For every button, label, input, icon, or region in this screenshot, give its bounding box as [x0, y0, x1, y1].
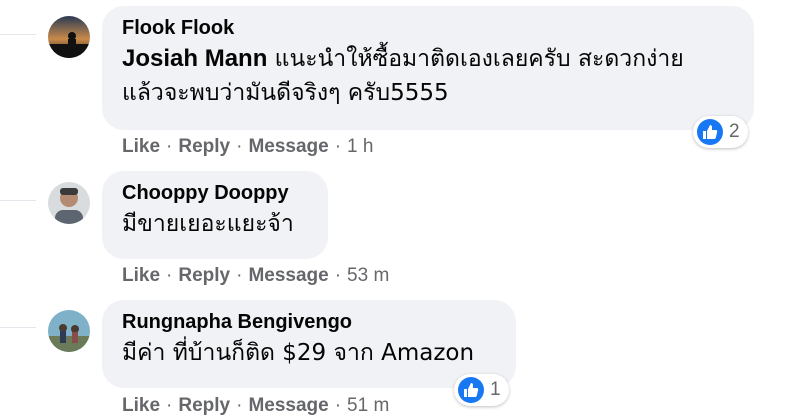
separator: ·: [236, 395, 243, 416]
avatar[interactable]: [48, 16, 90, 58]
reply-button[interactable]: Reply: [178, 395, 230, 416]
comment-actions: Like · Reply · Message · 1 h: [122, 136, 373, 158]
message-button[interactable]: Message: [248, 136, 328, 157]
comment-text-line: แล้วจะพบว่ามันดีจริงๆ ครับ5555: [122, 80, 449, 106]
reaction-count: 2: [729, 121, 740, 142]
comment-timestamp[interactable]: 1 h: [347, 136, 373, 157]
thread-line: [0, 200, 36, 201]
comment-bubble: Rungnapha Bengivengo มีค่า ที่บ้านก็ติด …: [102, 300, 516, 388]
like-button[interactable]: Like: [122, 265, 160, 286]
avatar[interactable]: [48, 182, 90, 224]
comment-text: มีค่า ที่บ้านก็ติด $29 จาก Amazon: [122, 336, 496, 370]
comment-author[interactable]: Rungnapha Bengivengo: [122, 310, 496, 334]
reply-button[interactable]: Reply: [178, 265, 230, 286]
like-button[interactable]: Like: [122, 136, 160, 157]
comment-author[interactable]: Flook Flook: [122, 16, 734, 40]
comment-actions: Like · Reply · Message · 51 m: [122, 395, 389, 417]
comment-text: มีขายเยอะแยะจ้า: [122, 207, 308, 241]
separator: ·: [166, 265, 173, 286]
reaction-count: 1: [490, 379, 501, 400]
mention-link[interactable]: Josiah Mann: [122, 45, 267, 72]
separator: ·: [236, 136, 243, 157]
comment-actions: Like · Reply · Message · 53 m: [122, 265, 389, 287]
separator: ·: [334, 265, 342, 286]
comment-author[interactable]: Chooppy Dooppy: [122, 181, 308, 205]
reply-button[interactable]: Reply: [178, 136, 230, 157]
comment-bubble: Chooppy Dooppy มีขายเยอะแยะจ้า: [102, 171, 328, 259]
like-reaction-icon: [458, 377, 484, 403]
comment-text: Josiah Mann แนะนำให้ซื้อมาติดเองเลยครับ …: [122, 42, 734, 110]
message-button[interactable]: Message: [248, 265, 328, 286]
comment-text-line: มีค่า ที่บ้านก็ติด $29 จาก Amazon: [122, 340, 475, 366]
separator: ·: [166, 395, 173, 416]
avatar[interactable]: [48, 310, 90, 352]
comment-text-line: แนะนำให้ซื้อมาติดเองเลยครับ สะดวกง่าย: [267, 46, 684, 72]
comment-timestamp[interactable]: 53 m: [347, 265, 389, 286]
comment-timestamp[interactable]: 51 m: [347, 395, 389, 416]
separator: ·: [334, 395, 342, 416]
message-button[interactable]: Message: [248, 395, 328, 416]
like-reaction-icon: [697, 119, 723, 145]
separator: ·: [166, 136, 173, 157]
thread-line: [0, 327, 36, 328]
thread-line: [0, 34, 36, 35]
comment-bubble: Flook Flook Josiah Mann แนะนำให้ซื้อมาติ…: [102, 6, 754, 130]
reaction-summary[interactable]: 1: [454, 374, 509, 406]
separator: ·: [236, 265, 243, 286]
comment-text-line: มีขายเยอะแยะจ้า: [122, 211, 294, 237]
reaction-summary[interactable]: 2: [693, 116, 748, 148]
separator: ·: [334, 136, 342, 157]
like-button[interactable]: Like: [122, 395, 160, 416]
